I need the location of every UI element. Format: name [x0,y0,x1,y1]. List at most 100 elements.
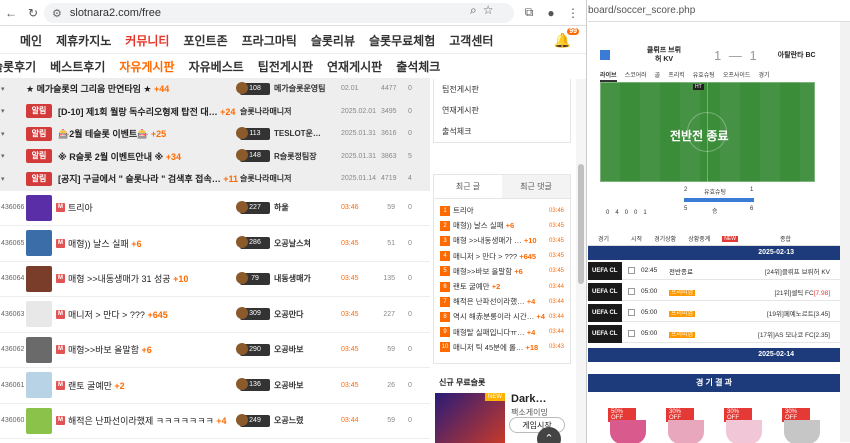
notice-row[interactable]: ▾ 알림 🎰2월 테슬롯 이벤트🎰 +25 113 TESLOT운… 2025.01.31… [0,123,430,146]
product-card[interactable]: 50% OFF [608,408,646,443]
author[interactable]: 슬롯나라매니저 [240,106,340,117]
match-tab[interactable]: 스코어러 [625,70,647,82]
notice-row[interactable]: ▾ 알림 [공지] 구글에서 " 슬롯나라 " 검색후 접속… +11 슬롯나라매니저… [0,168,430,191]
tab-latest-comments[interactable]: 최근 댓글 [502,175,570,198]
scrollbar[interactable] [840,22,850,442]
post-title[interactable]: [공지] 구글에서 " 슬롯나라 " 검색후 접속… +11 [58,172,254,185]
match-tab[interactable]: 유효슈팅 [693,70,715,82]
author[interactable]: 286 오공날스쳐 [236,236,340,250]
bookmark-icon[interactable]: ☆ [483,3,494,18]
post-title[interactable]: 🎰2월 테슬롯 이벤트🎰 +25 [58,127,254,140]
game-row[interactable]: UEFA CL 05:00 프리미엄 [17위]AS 모나코 FC[2.35] [588,324,840,343]
post-title[interactable]: 트리아 [68,201,250,214]
latest-item[interactable]: 7 해적은 난파선이라했… +4 03:44 [440,294,564,309]
table-row[interactable]: 436065 M 매형)) 날스 실패 +6 286 오공날스쳐 03:45 51 0 [0,226,430,262]
notice-row[interactable]: ▾ ★ 메가슬롯의 그리움 만연타임 ★ +44 108 메가슬롯운영팀 02.01 44… [0,78,430,101]
slot-name[interactable]: Dark… [511,393,546,405]
game-checkbox[interactable] [628,330,635,337]
post-title[interactable]: ★ 메가슬롯의 그리움 만연타임 ★ +44 [26,82,222,95]
menu-item[interactable]: 제휴카지노 [56,32,111,49]
translate-icon[interactable]: ⌕ [470,3,477,18]
back-icon[interactable]: ← [0,6,22,20]
author[interactable]: 148 R슬롯정팀장 [236,149,340,163]
product-card[interactable]: 30% OFF [724,408,762,443]
right-url[interactable]: board/soccer_score.php [588,0,850,22]
game-checkbox[interactable] [628,267,635,274]
latest-item[interactable]: 8 역시 해赤분롱이라 시간… +4 03:44 [440,309,564,324]
post-title[interactable]: ※ R슬롯 2월 이벤트안내 ※ +34 [58,150,254,163]
game-checkbox[interactable] [628,288,635,295]
premium-badge[interactable]: 프리미엄 [669,332,696,338]
post-thumbnail[interactable] [26,407,52,434]
post-thumbnail[interactable] [26,265,52,292]
notice-row[interactable]: ▾ 알림 [D-10] 제1회 월랑 독수리오형제 탑전 대… +24 슬롯나라매니저… [0,100,430,123]
author[interactable]: 108 메가슬롯운영팀 [236,81,340,95]
author[interactable]: 136 오공바보 [236,378,340,392]
sub-menu-item[interactable]: 베스트후기 [50,58,105,75]
table-row[interactable]: 436062 M 매형>>바보 올말함 +6 290 오공바보 03:45 59 0 [0,333,430,368]
author[interactable]: 113 TESLOT운… [236,126,340,140]
menu-item[interactable]: 고객센터 [449,32,493,49]
game-row[interactable]: UEFA CL 05:00 프리미엄 [21위]셀틱 FC[7.98] [588,282,840,301]
match-tab[interactable]: 골 [655,70,661,82]
url-field[interactable]: ⚙ slotnara2.com/free [44,3,514,23]
side-menu-item[interactable]: 팁전게시판 [434,79,570,100]
post-title[interactable]: 랜토 굴예만 +2 [68,379,250,392]
menu-item[interactable]: 포인트존 [183,32,227,49]
author[interactable]: 슬롯나라매니저 [240,173,340,184]
sub-menu-item[interactable]: 팁전게시판 [258,58,313,75]
menu-item[interactable]: 슬롯리뷰 [311,32,355,49]
post-title[interactable]: 매형 >>내동생매가 31 성공 +10 [68,272,250,285]
menu-item[interactable]: 프라그마틱 [242,32,297,49]
sub-menu-item[interactable]: 출석체크 [396,58,440,75]
table-row[interactable]: 436066 M 트리아 227 하울 03:46 59 0 [0,191,430,226]
match-tab[interactable]: 프리킥 [668,70,685,82]
latest-item[interactable]: 6 랜토 굴예만 +2 03:44 [440,279,564,294]
match-tab[interactable]: 오프사이드 [723,70,751,82]
menu-item[interactable]: 메인 [20,32,42,49]
table-row[interactable]: 436064 M 매형 >>내동생매가 31 성공 +10 79 내동생매가 03:45 1… [0,262,430,297]
latest-item[interactable]: 9 매형탈 실패입니다ㅠ… +4 03:44 [440,325,564,340]
post-thumbnail[interactable] [26,372,52,399]
profile-icon[interactable]: ● [541,6,561,20]
post-title[interactable]: 해적은 난파선이라했제 ㅋㅋㅋㅋㅋㅋㅋ +4 [68,414,250,427]
table-row[interactable]: 436060 M 해적은 난파선이라했제 ㅋㅋㅋㅋㅋㅋㅋ +4 249 오공느렸 03:4… [0,404,430,439]
notification-bell-icon[interactable]: 🔔 99 [554,28,579,49]
latest-item[interactable]: 2 매형)) 날스 실패 +6 03:45 [440,218,564,233]
sub-menu-item[interactable]: 연재게시판 [327,58,382,75]
extensions-icon[interactable]: ⧉ [519,5,539,20]
site-info-icon[interactable]: ⚙ [52,7,62,20]
post-thumbnail[interactable] [26,336,52,363]
game-checkbox[interactable] [628,309,635,316]
post-thumbnail[interactable] [26,230,52,257]
game-row[interactable]: UEFA CL 02:45 전반종료 [24위]클뤼프 브뤼허 KV [588,261,840,280]
author[interactable]: 79 내동생매가 [236,271,340,285]
sub-menu-item[interactable]: 자유베스트 [189,58,244,75]
author[interactable]: 290 오공바보 [236,342,340,356]
premium-badge[interactable]: 프리미엄 [669,290,696,296]
author[interactable]: 309 오공만다 [236,307,340,321]
latest-item[interactable]: 4 매니저 > 만다 > ??? +645 03:45 [440,249,564,264]
menu-item[interactable]: 슬롯무료체험 [369,32,435,49]
scrollbar-thumb[interactable] [578,164,584,284]
author[interactable]: 249 오공느렸 [236,413,340,427]
product-card[interactable]: 30% OFF [782,408,820,443]
post-thumbnail[interactable] [26,301,52,328]
sub-menu-item-free-board[interactable]: 자유게시판 [119,58,174,75]
premium-badge[interactable]: 프리미엄 [669,311,696,317]
menu-icon[interactable]: ⋮ [563,6,583,20]
latest-item[interactable]: 10 매니저 틱 45분에 롤… +18 03:43 [440,340,564,355]
post-title[interactable]: 매형)) 날스 실패 +6 [68,237,250,250]
post-thumbnail[interactable] [26,194,52,221]
latest-item[interactable]: 1 트리아 03:46 [440,203,564,218]
slot-thumbnail[interactable]: NEW [435,393,505,443]
reload-icon[interactable]: ↻ [22,6,44,20]
game-row[interactable]: UEFA CL 05:00 프리미엄 [19위]페예노르트[3.45] [588,303,840,322]
product-card[interactable]: 30% OFF [666,408,704,443]
side-menu-item[interactable]: 출석체크 [434,121,570,142]
table-row[interactable]: 436063 M 매니저 > 만다 > ??? +645 309 오공만다 03:45 22… [0,297,430,333]
post-title[interactable]: 매형>>바보 올말함 +6 [68,343,250,356]
notice-row[interactable]: ▾ 알림 ※ R슬롯 2월 이벤트안내 ※ +34 148 R슬롯정팀장 2025.01.… [0,145,430,168]
menu-item-community[interactable]: 커뮤니티 [125,32,169,49]
table-row[interactable]: 436061 M 랜토 굴예만 +2 136 오공바보 03:45 26 0 [0,368,430,404]
